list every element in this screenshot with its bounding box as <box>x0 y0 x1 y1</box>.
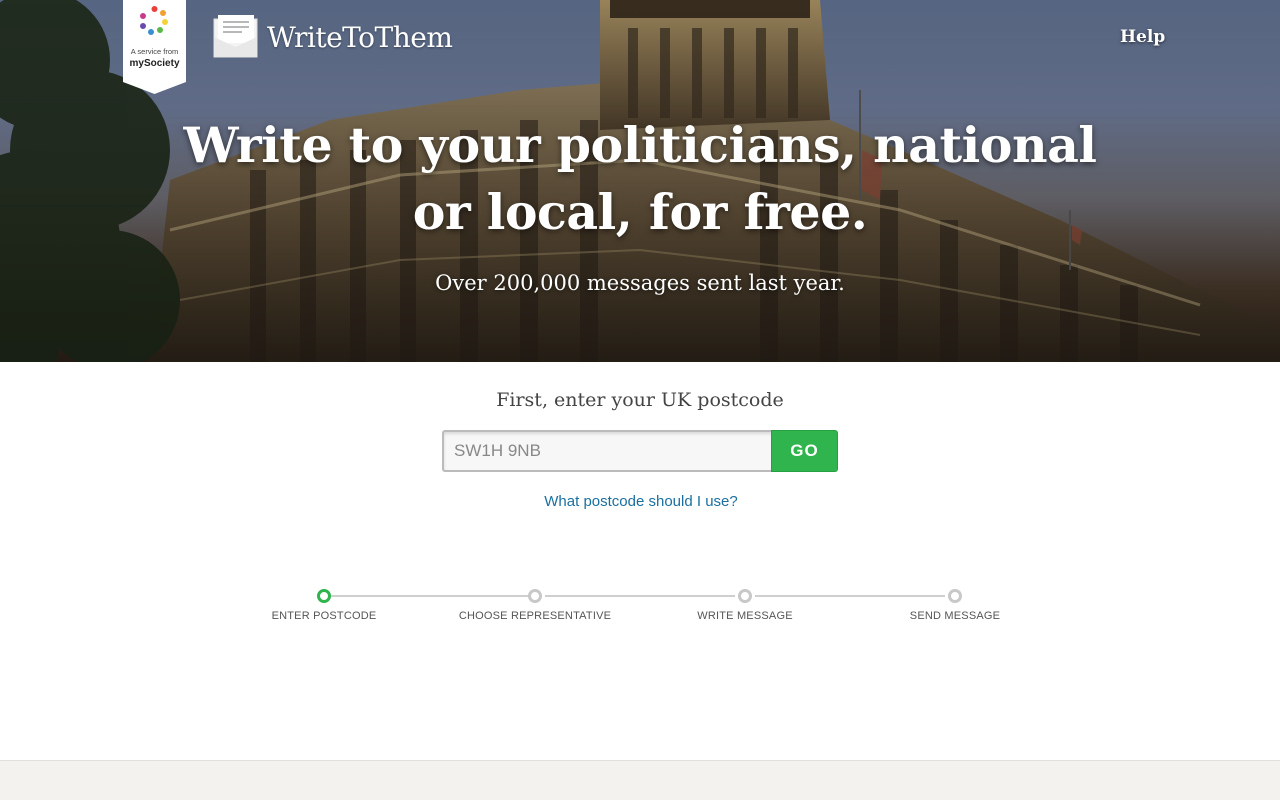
badge-text: A service from mySociety <box>123 47 186 69</box>
page-headline: Write to your politicians, national or l… <box>140 112 1140 246</box>
badge-line1: A service from <box>130 47 179 56</box>
step-write-message: WRITE MESSAGE <box>655 586 835 622</box>
mysociety-badge[interactable]: A service from mySociety <box>123 0 186 94</box>
envelope-icon <box>213 15 258 58</box>
help-link[interactable]: Help <box>1120 27 1165 47</box>
hero-subline: Over 200,000 messages sent last year. <box>435 271 845 295</box>
postcode-prompt: First, enter your UK postcode <box>496 389 784 411</box>
step-indicator-icon <box>528 589 542 603</box>
headline-line-1: Write to your politicians, national <box>183 116 1097 174</box>
writetothem-logo[interactable]: WriteToThem <box>212 14 453 60</box>
badge-org-name: mySociety <box>129 58 180 69</box>
postcode-help-link[interactable]: What postcode should I use? <box>440 493 842 510</box>
step-indicator-icon <box>317 589 331 603</box>
hero-banner: A service from mySociety WriteToThem Hel… <box>0 0 1280 362</box>
page-footer <box>0 760 1280 800</box>
step-indicator-icon <box>948 589 962 603</box>
postcode-input[interactable] <box>442 430 773 472</box>
step-choose-representative: CHOOSE REPRESENTATIVE <box>445 586 625 622</box>
step-label: CHOOSE REPRESENTATIVE <box>458 610 612 622</box>
step-label: ENTER POSTCODE <box>271 610 377 622</box>
step-indicator-icon <box>738 589 752 603</box>
go-button[interactable]: GO <box>771 430 838 472</box>
headline-line-2: or local, for free. <box>412 183 868 241</box>
progress-steps: ENTER POSTCODE CHOOSE REPRESENTATIVE WRI… <box>230 586 1060 626</box>
step-label: WRITE MESSAGE <box>697 610 793 622</box>
step-enter-postcode: ENTER POSTCODE <box>234 586 414 622</box>
logo-title: WriteToThem <box>267 20 453 54</box>
step-send-message: SEND MESSAGE <box>865 586 1045 622</box>
step-label: SEND MESSAGE <box>909 610 1001 622</box>
